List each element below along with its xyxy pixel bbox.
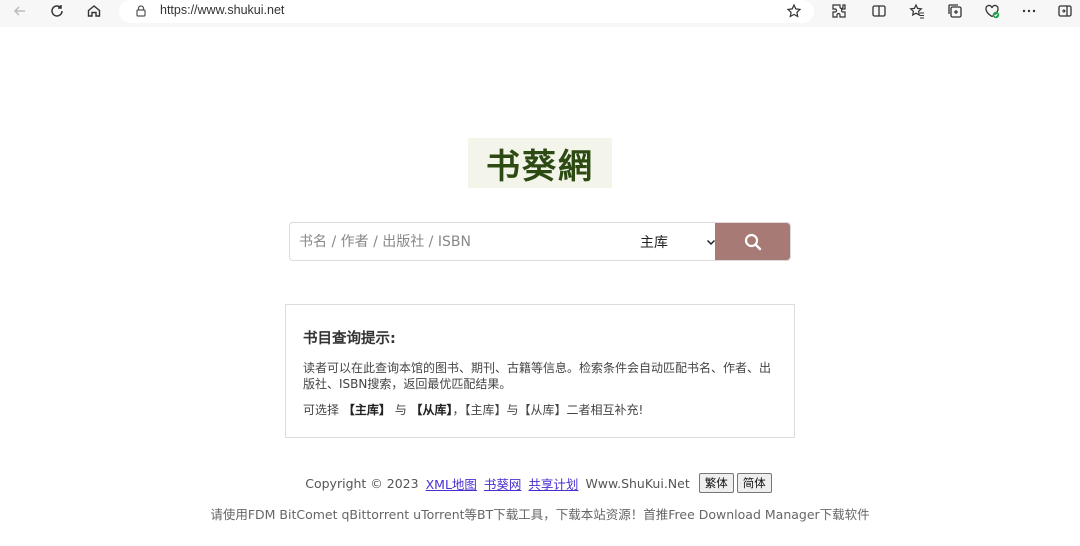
link-shukui[interactable]: 书葵网 bbox=[484, 474, 522, 493]
link-xml-sitemap[interactable]: XML地图 bbox=[426, 474, 477, 493]
tips-sub-library: 【从库】 bbox=[410, 403, 453, 417]
url-text: https://www.shukui.net bbox=[160, 3, 285, 17]
site-logo[interactable]: 书葵網 bbox=[468, 138, 612, 188]
traditional-chinese-button[interactable]: 繁体 bbox=[698, 473, 734, 493]
sidebar-icon bbox=[1058, 5, 1072, 17]
search-button[interactable] bbox=[715, 223, 790, 260]
home-icon bbox=[87, 5, 101, 17]
search-input[interactable] bbox=[290, 223, 630, 260]
back-icon bbox=[13, 6, 25, 16]
refresh-icon bbox=[51, 5, 63, 17]
extensions-button[interactable] bbox=[830, 2, 848, 20]
tips-main-library: 【主库】 bbox=[342, 403, 391, 417]
library-select[interactable]: 主库 bbox=[640, 223, 716, 260]
collections-button[interactable] bbox=[946, 2, 964, 20]
split-screen-icon bbox=[872, 5, 886, 17]
home-button[interactable] bbox=[82, 0, 106, 22]
search-icon bbox=[744, 233, 761, 250]
page-content: 书葵網 主库 书目查询提示: 读者可以在此查询本馆的图书、期刊、古籍等信息。检索… bbox=[0, 27, 1080, 546]
footer-links: Copyright © 2023 XML地图 书葵网 共享计划 Www.ShuK… bbox=[0, 472, 1080, 494]
tips-description: 读者可以在此查询本馆的图书、期刊、古籍等信息。检索条件会自动匹配书名、作者、出版… bbox=[303, 361, 772, 391]
split-screen-button[interactable] bbox=[870, 2, 888, 20]
tips-and: 与 bbox=[394, 403, 407, 417]
logo-text: 书葵網 bbox=[486, 146, 594, 187]
collections-icon bbox=[948, 4, 962, 18]
more-icon bbox=[1022, 9, 1036, 13]
favorite-star-icon[interactable] bbox=[786, 3, 802, 19]
address-bar[interactable]: https://www.shukui.net bbox=[119, 0, 814, 23]
search-tips-panel: 书目查询提示: 读者可以在此查询本馆的图书、期刊、古籍等信息。检索条件会自动匹配… bbox=[285, 304, 795, 438]
back-button[interactable] bbox=[8, 0, 32, 22]
favorites-icon bbox=[909, 3, 924, 19]
link-share-plan[interactable]: 共享计划 bbox=[528, 474, 578, 493]
tips-library-note: 可选择 【主库】 与 【从库】，【主库】与【从库】二者相互补充! bbox=[303, 402, 777, 418]
download-note: 请使用FDM BitComet qBittorrent uTorrent等BT下… bbox=[210, 507, 870, 522]
site-domain: Www.ShuKui.Net bbox=[585, 475, 690, 491]
tips-prefix: 可选择 bbox=[303, 403, 340, 417]
search-bar: 主库 bbox=[289, 222, 791, 261]
library-select-value: 主库 bbox=[640, 234, 668, 251]
tips-title: 书目查询提示: bbox=[303, 331, 396, 347]
lock-icon bbox=[136, 5, 146, 17]
refresh-button[interactable] bbox=[45, 0, 69, 22]
simplified-chinese-button[interactable]: 简体 bbox=[736, 473, 772, 493]
sidebar-button[interactable] bbox=[1056, 2, 1074, 20]
favorites-button[interactable] bbox=[908, 2, 926, 20]
tips-suffix: ，【主库】与【从库】二者相互补充! bbox=[452, 403, 644, 417]
browser-health-button[interactable] bbox=[983, 2, 1001, 20]
health-icon bbox=[985, 4, 1000, 19]
more-button[interactable] bbox=[1020, 2, 1038, 20]
extensions-icon bbox=[832, 4, 846, 18]
copyright: Copyright © 2023 bbox=[305, 475, 419, 491]
browser-toolbar: https://www.shukui.net bbox=[0, 0, 1080, 24]
